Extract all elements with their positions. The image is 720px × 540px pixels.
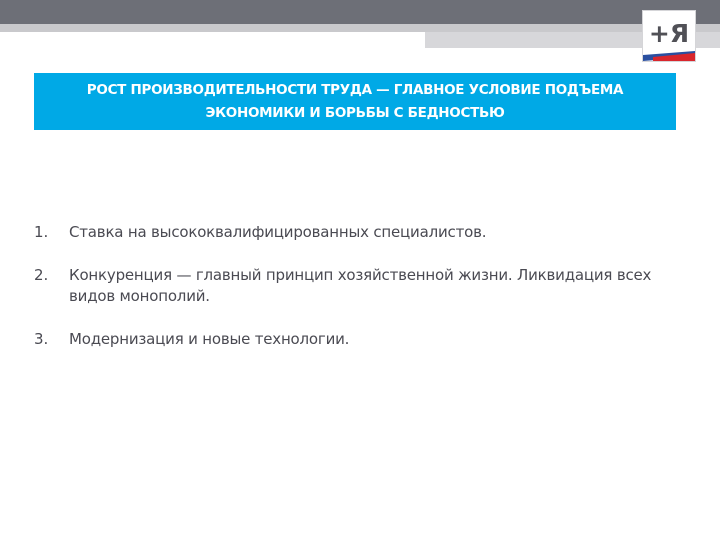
- top-bar: [0, 0, 720, 24]
- slide-title-banner: РОСТ ПРОИЗВОДИТЕЛЬНОСТИ ТРУДА — ГЛАВНОЕ …: [34, 73, 676, 130]
- list-item-number: 1.: [34, 223, 49, 241]
- list-item: 3. Модернизация и новые технологии.: [34, 329, 674, 350]
- list-item-number: 3.: [34, 330, 49, 348]
- list-item-text: Ставка на высококвалифицированных специа…: [69, 223, 487, 241]
- list-item: 2. Конкуренция — главный принцип хозяйст…: [34, 265, 674, 307]
- key-points-list: 1. Ставка на высококвалифицированных спе…: [34, 222, 674, 372]
- top-subbar: [0, 24, 720, 32]
- top-subbar-white: [0, 32, 425, 48]
- logo-text: +Я: [649, 19, 689, 48]
- party-logo-icon: +Я: [642, 10, 696, 62]
- list-item-number: 2.: [34, 266, 49, 284]
- list-item-text: Модернизация и новые технологии.: [69, 330, 350, 348]
- list-item: 1. Ставка на высококвалифицированных спе…: [34, 222, 674, 243]
- slide-title: РОСТ ПРОИЗВОДИТЕЛЬНОСТИ ТРУДА — ГЛАВНОЕ …: [86, 81, 624, 121]
- list-item-text: Конкуренция — главный принцип хозяйствен…: [69, 266, 652, 305]
